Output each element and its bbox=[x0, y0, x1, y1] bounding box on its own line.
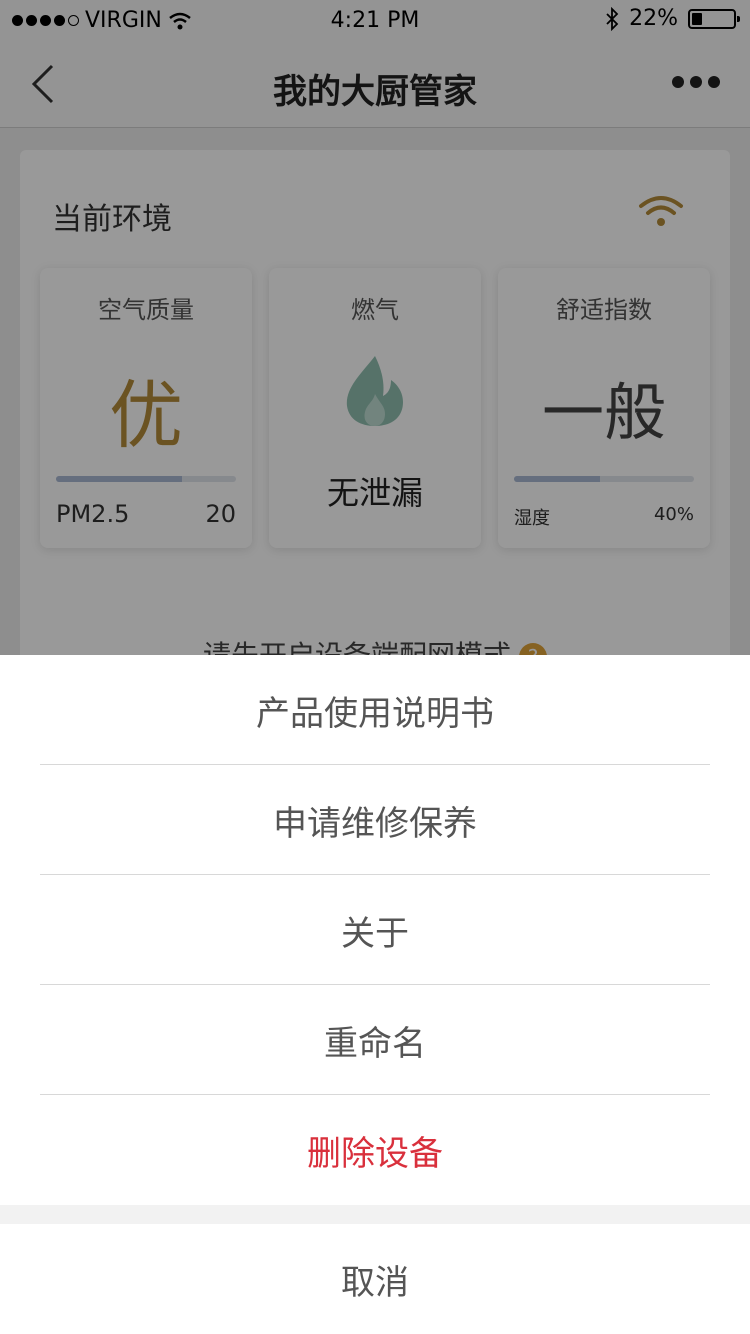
option-repair[interactable]: 申请维修保养 bbox=[0, 765, 750, 875]
option-delete-device[interactable]: 删除设备 bbox=[0, 1095, 750, 1205]
cancel-button[interactable]: 取消 bbox=[0, 1224, 750, 1334]
option-about[interactable]: 关于 bbox=[0, 875, 750, 985]
option-rename[interactable]: 重命名 bbox=[0, 985, 750, 1095]
option-manual[interactable]: 产品使用说明书 bbox=[0, 655, 750, 765]
action-sheet-options: 产品使用说明书 申请维修保养 关于 重命名 删除设备 bbox=[0, 655, 750, 1205]
action-sheet: 产品使用说明书 申请维修保养 关于 重命名 删除设备 取消 bbox=[0, 655, 750, 1334]
